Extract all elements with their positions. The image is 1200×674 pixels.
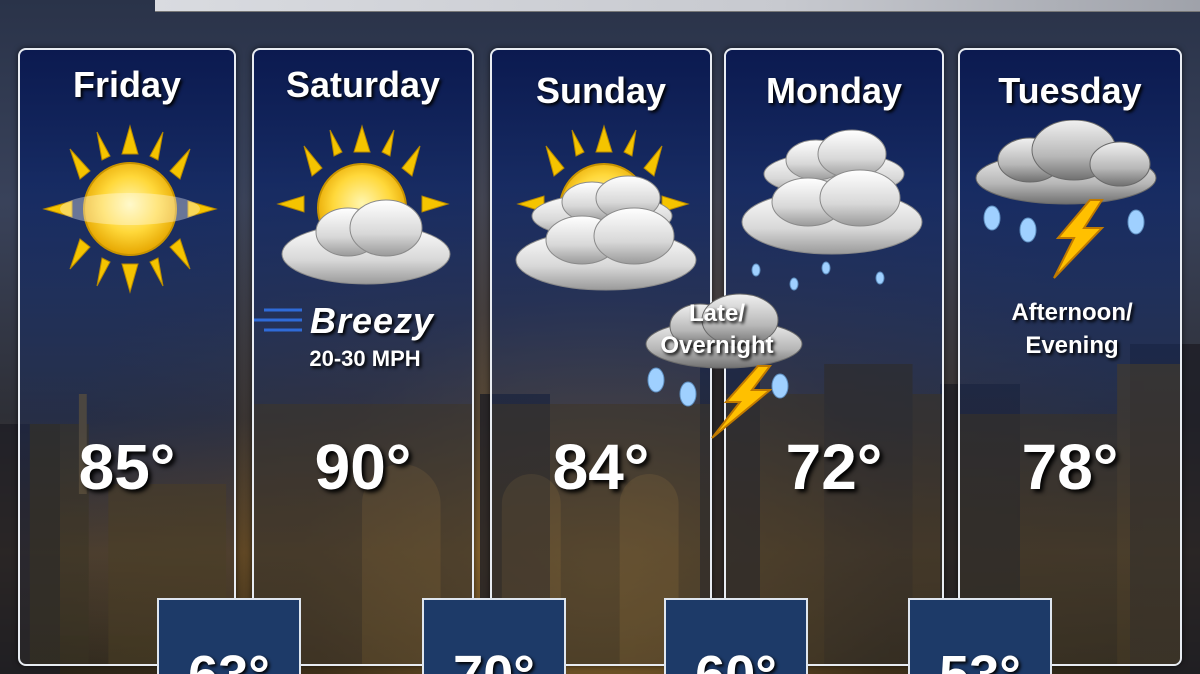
sun-icon — [42, 124, 218, 294]
overnight-line1: Late/ — [688, 300, 745, 327]
thunderstorm-icon — [975, 120, 1157, 279]
day-name: Sunday — [535, 70, 667, 111]
high-temperature: 72° — [785, 431, 883, 503]
low-temperature: 53° — [910, 644, 1050, 674]
high-temperature: 78° — [1021, 431, 1119, 503]
low-temperature: 60° — [666, 644, 806, 674]
overnight-storm-label: Late/ Overnight — [642, 298, 792, 362]
low-temp-box-friday-night: 63° — [157, 598, 301, 674]
low-temp-box-monday-night: 53° — [908, 598, 1052, 674]
low-temp-box-sunday-night: 60° — [664, 598, 808, 674]
cloudy-icon — [741, 129, 923, 291]
breezy-wind-speed: 20-30 MPH — [309, 346, 421, 371]
forecast-card-friday: Friday 85° — [18, 48, 236, 666]
top-title-banner — [155, 0, 1200, 12]
low-temperature: 70° — [424, 644, 564, 674]
day-name: Saturday — [285, 64, 441, 105]
high-temperature: 85° — [78, 431, 176, 503]
overnight-line2: Overnight — [660, 332, 774, 359]
partly-cloudy-icon — [276, 124, 451, 285]
day-name: Tuesday — [998, 70, 1142, 111]
mostly-cloudy-icon — [515, 124, 697, 291]
storm-timing-line1: Afternoon/ — [1011, 299, 1133, 326]
breezy-label: Breezy — [310, 300, 435, 341]
forecast-card-tuesday: Tuesday Afternoon/ Evening 78° — [958, 48, 1182, 666]
storm-timing-label: Afternoon/ Evening — [960, 296, 1180, 362]
low-temp-box-saturday-night: 70° — [422, 598, 566, 674]
day-name: Friday — [72, 64, 182, 105]
high-temperature: 84° — [552, 431, 650, 503]
high-temperature: 90° — [314, 431, 412, 503]
day-name: Monday — [765, 70, 902, 111]
forecast-card-saturday: Saturday Breezy 20-30 MPH 90° — [252, 48, 474, 666]
wind-lines-icon — [254, 308, 302, 332]
low-temperature: 63° — [159, 644, 299, 674]
storm-timing-line2: Evening — [1025, 332, 1119, 359]
